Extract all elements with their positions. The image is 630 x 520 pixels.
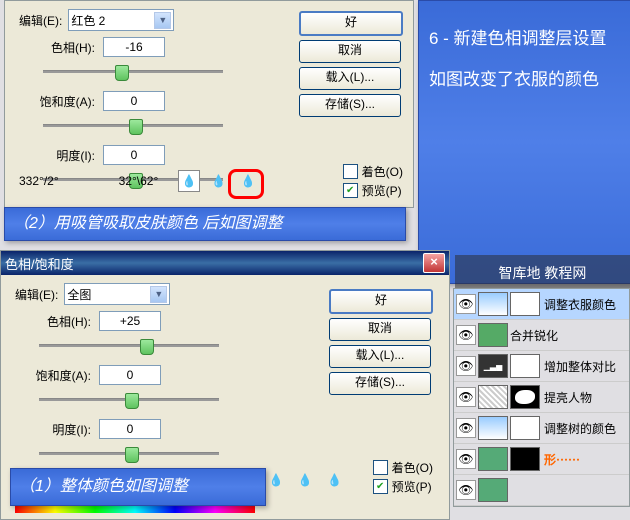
layer-name: 增加整体对比 xyxy=(544,358,616,375)
layer-thumb xyxy=(478,292,508,316)
eyedropper-add-icon[interactable]: 💧 xyxy=(208,170,230,192)
visibility-icon[interactable]: 👁 xyxy=(456,418,476,438)
lig-input-2[interactable]: 0 xyxy=(99,419,161,439)
colorize-checkbox[interactable]: 着色(O) xyxy=(343,163,403,180)
layer-thumb xyxy=(478,323,508,347)
layer-name: 合并锐化 xyxy=(510,327,558,344)
load-button[interactable]: 载入(L)... xyxy=(299,67,401,90)
ok-button[interactable]: 好 xyxy=(299,11,403,36)
layer-row[interactable]: 👁 ▁▃▅ 增加整体对比 xyxy=(454,351,629,382)
caption-step-1: （1）整体颜色如图调整 xyxy=(10,468,266,506)
layer-name: 提亮人物 xyxy=(544,389,592,406)
preview-checkbox-2[interactable]: ✔预览(P) xyxy=(373,478,433,495)
curves-icon xyxy=(478,385,508,409)
layer-row[interactable]: 👁 形⋯⋯ xyxy=(454,444,629,475)
edit-select-value-2: 全图 xyxy=(67,286,91,303)
chevron-down-icon: ▼ xyxy=(150,286,167,303)
layer-thumb xyxy=(478,416,508,440)
layer-name: 形⋯⋯ xyxy=(544,451,580,468)
sat-input-2[interactable]: 0 xyxy=(99,365,161,385)
edit-select-value: 红色 2 xyxy=(71,12,105,29)
watermark-bar: 智库地 教程网 xyxy=(455,255,630,290)
eyedropper-add-icon-2[interactable]: 💧 xyxy=(294,469,316,491)
edit-select-2[interactable]: 全图 ▼ xyxy=(64,283,170,305)
visibility-icon[interactable]: 👁 xyxy=(456,449,476,469)
hue-label-2: 色相(H): xyxy=(31,313,91,330)
sat-slider-2[interactable] xyxy=(39,391,219,407)
layer-row[interactable]: 👁 调整衣服颜色 xyxy=(454,289,629,320)
layer-mask-thumb xyxy=(510,354,540,378)
ok-button-2[interactable]: 好 xyxy=(329,289,433,314)
layer-mask-thumb xyxy=(510,416,540,440)
preview-checkbox[interactable]: ✔预览(P) xyxy=(343,182,403,199)
layer-thumb xyxy=(478,478,508,502)
layer-mask-thumb xyxy=(510,385,540,409)
sat-input[interactable]: 0 xyxy=(103,91,165,111)
visibility-icon[interactable]: 👁 xyxy=(456,356,476,376)
layer-row[interactable]: 👁 xyxy=(454,475,629,506)
eyedropper-icon[interactable]: 💧 xyxy=(178,170,200,192)
hue-input[interactable]: -16 xyxy=(103,37,165,57)
edit-label: 编辑(E): xyxy=(19,12,62,29)
dialog-title: 色相/饱和度 xyxy=(5,254,74,273)
visibility-icon[interactable]: 👁 xyxy=(456,480,476,500)
instruction-line-1: 6 - 新建色相调整层设置 xyxy=(429,19,630,60)
sat-label: 饱和度(A): xyxy=(35,93,95,110)
layer-thumb xyxy=(478,447,508,471)
cancel-button[interactable]: 取消 xyxy=(299,40,401,63)
layer-mask-thumb xyxy=(510,292,540,316)
layer-row[interactable]: 👁 调整树的颜色 xyxy=(454,413,629,444)
layer-row[interactable]: 👁 提亮人物 xyxy=(454,382,629,413)
degree-range-2: 32°\62° xyxy=(119,174,159,188)
chevron-down-icon: ▼ xyxy=(154,12,171,29)
instruction-line-2: 如图改变了衣服的颜色 xyxy=(429,60,630,101)
close-icon[interactable]: × xyxy=(423,253,445,273)
colorize-checkbox-2[interactable]: 着色(O) xyxy=(373,459,433,476)
cancel-button-2[interactable]: 取消 xyxy=(329,318,431,341)
caption-step-2: （2）用吸管吸取皮肤颜色 后如图调整 xyxy=(4,207,406,241)
layers-panel: 👁 调整衣服颜色 👁 合并锐化 👁 ▁▃▅ 增加整体对比 👁 提亮人物 👁 调整… xyxy=(453,288,630,507)
eyedropper-icon-2[interactable]: 💧 xyxy=(265,469,287,491)
eyedropper-sub-icon-2[interactable]: 💧 xyxy=(324,469,346,491)
layer-row[interactable]: 👁 合并锐化 xyxy=(454,320,629,351)
sat-slider[interactable] xyxy=(43,117,223,133)
visibility-icon[interactable]: 👁 xyxy=(456,387,476,407)
degree-range-1: 332°/2° xyxy=(19,174,59,188)
load-button-2[interactable]: 载入(L)... xyxy=(329,345,431,368)
layer-mask-thumb xyxy=(510,447,540,471)
curves-icon: ▁▃▅ xyxy=(478,354,508,378)
instruction-box: 6 - 新建色相调整层设置 如图改变了衣服的颜色 xyxy=(418,0,630,284)
save-button[interactable]: 存储(S)... xyxy=(299,94,401,117)
lig-slider-2[interactable] xyxy=(39,445,219,461)
hue-label: 色相(H): xyxy=(35,39,95,56)
visibility-icon[interactable]: 👁 xyxy=(456,294,476,314)
edit-label-2: 编辑(E): xyxy=(15,286,58,303)
visibility-icon[interactable]: 👁 xyxy=(456,325,476,345)
layer-name: 调整衣服颜色 xyxy=(544,296,616,313)
save-button-2[interactable]: 存储(S)... xyxy=(329,372,431,395)
hue-sat-panel-top: 编辑(E): 红色 2 ▼ 好 取消 载入(L)... 存储(S)... 色相(… xyxy=(4,0,414,208)
sat-label-2: 饱和度(A): xyxy=(31,367,91,384)
hue-slider[interactable] xyxy=(43,63,223,79)
hue-slider-2[interactable] xyxy=(39,337,219,353)
lig-label-2: 明度(I): xyxy=(31,421,91,438)
edit-select[interactable]: 红色 2 ▼ xyxy=(68,9,174,31)
eyedropper-sub-icon[interactable]: 💧 xyxy=(237,170,259,192)
dialog-titlebar: 色相/饱和度 × xyxy=(1,251,449,275)
hue-input-2[interactable]: +25 xyxy=(99,311,161,331)
layer-name: 调整树的颜色 xyxy=(544,420,616,437)
